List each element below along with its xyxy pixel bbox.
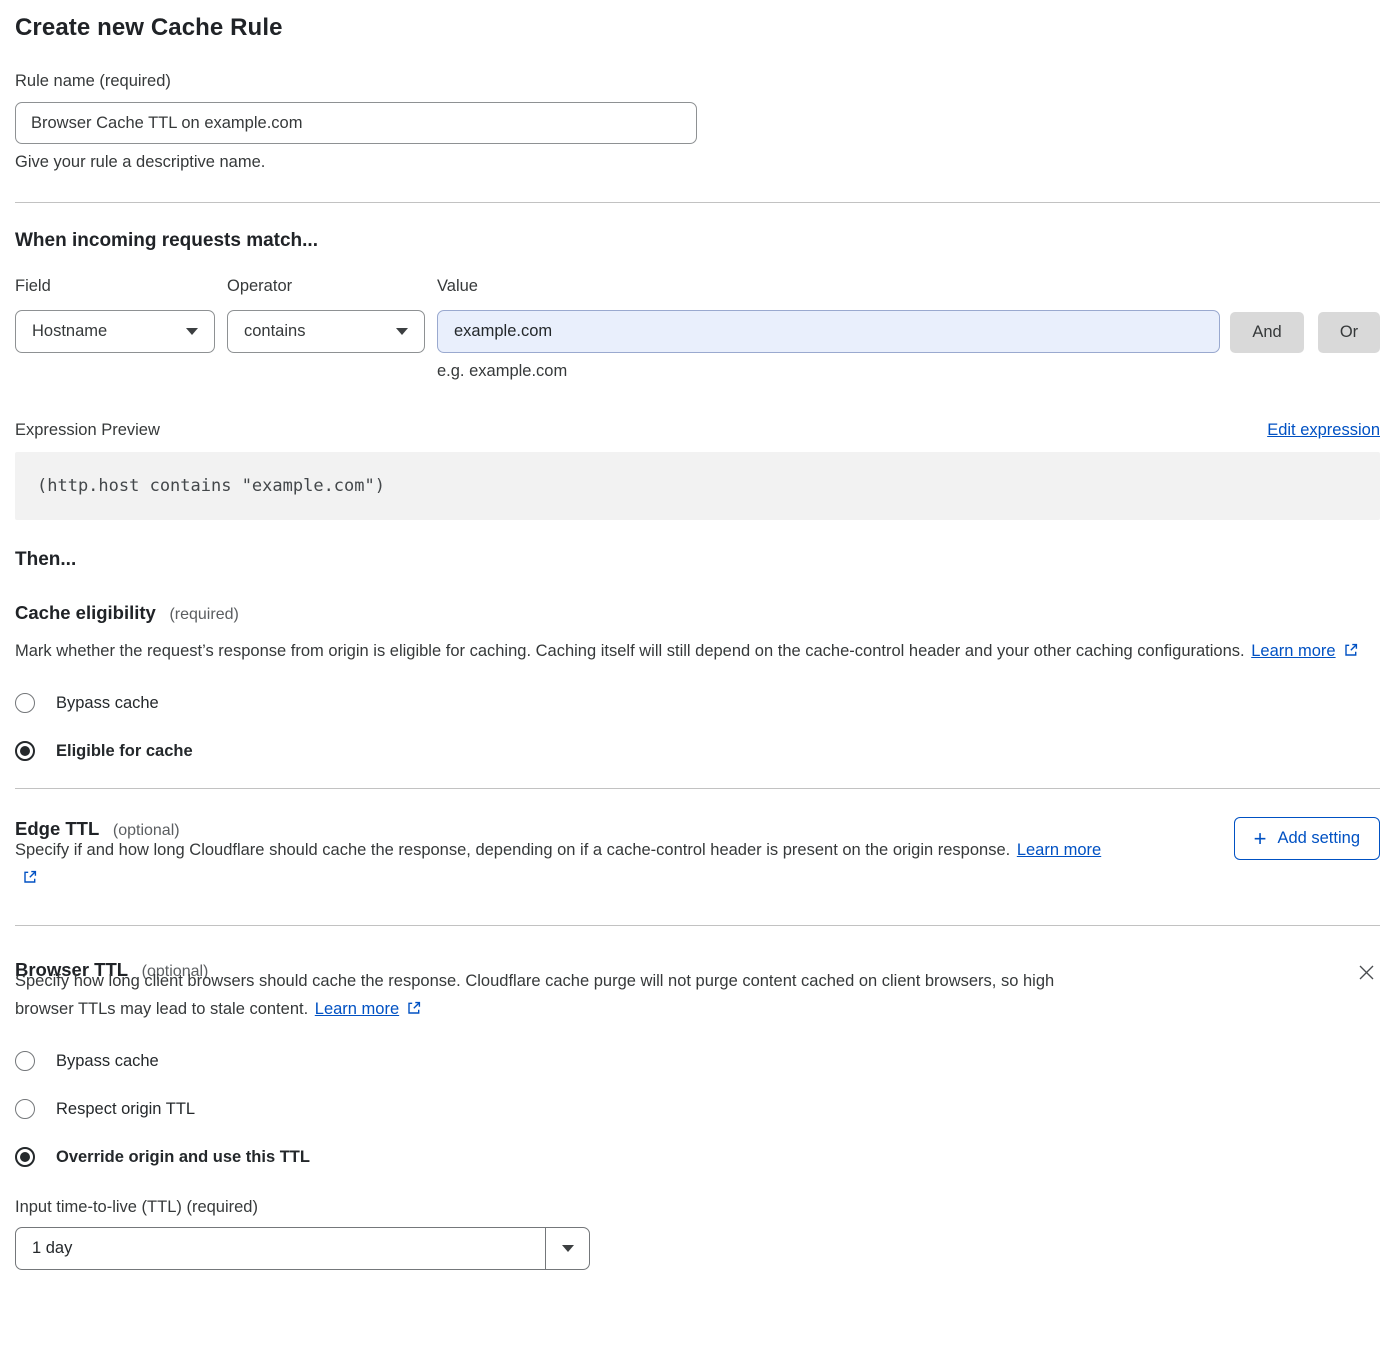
chevron-down-icon <box>545 1228 589 1269</box>
external-link-icon <box>1343 642 1359 658</box>
field-column: Field Hostname <box>15 277 215 353</box>
cache-eligibility-learn-more-link[interactable]: Learn more <box>1251 642 1335 660</box>
operator-label: Operator <box>227 277 425 296</box>
field-select-value: Hostname <box>32 322 107 341</box>
expression-preview-header: Expression Preview Edit expression <box>15 421 1380 440</box>
operator-select[interactable]: contains <box>227 310 425 353</box>
radio-respect-origin-ttl[interactable]: Respect origin TTL <box>15 1099 1380 1119</box>
chevron-down-icon <box>396 328 408 335</box>
rule-name-input[interactable] <box>15 102 697 144</box>
rule-name-label: Rule name (required) <box>15 72 1380 91</box>
cache-eligibility-description: Mark whether the request’s response from… <box>15 637 1365 665</box>
radio-eligible-for-cache[interactable]: Eligible for cache <box>15 741 1380 761</box>
plus-icon: + <box>1254 828 1267 850</box>
create-cache-rule-form: Create new Cache Rule Rule name (require… <box>0 0 1400 1310</box>
value-label: Value <box>437 277 1220 296</box>
radio-selected-icon <box>15 741 35 761</box>
section-divider <box>15 925 1380 926</box>
edge-ttl-description-text: Specify if and how long Cloudflare shoul… <box>15 841 1010 859</box>
browser-ttl-options: Bypass cache Respect origin TTL Override… <box>15 1051 1380 1167</box>
ttl-input-group: Input time-to-live (TTL) (required) 1 da… <box>15 1198 1380 1270</box>
browser-ttl-description-text: Specify how long client browsers should … <box>15 972 1054 1018</box>
expression-code: (http.host contains "example.com") <box>37 476 385 496</box>
expression-code-block: (http.host contains "example.com") <box>15 452 1380 520</box>
operator-select-value: contains <box>244 322 305 341</box>
edit-expression-link[interactable]: Edit expression <box>1267 421 1380 440</box>
external-link-icon <box>22 869 38 885</box>
field-label: Field <box>15 277 215 296</box>
chevron-down-icon <box>186 328 198 335</box>
radio-bypass-cache[interactable]: Bypass cache <box>15 1051 1380 1071</box>
radio-bypass-cache[interactable]: Bypass cache <box>15 693 1380 713</box>
radio-override-origin-ttl[interactable]: Override origin and use this TTL <box>15 1147 1380 1167</box>
edge-ttl-learn-more-link[interactable]: Learn more <box>1017 841 1101 859</box>
operator-column: Operator contains <box>227 277 425 353</box>
add-setting-label: Add setting <box>1277 829 1360 848</box>
rule-name-help: Give your rule a descriptive name. <box>15 153 1380 172</box>
field-select[interactable]: Hostname <box>15 310 215 353</box>
value-help: e.g. example.com <box>437 362 1220 381</box>
radio-selected-icon <box>15 1147 35 1167</box>
section-divider <box>15 202 1380 203</box>
rule-name-group: Rule name (required) Give your rule a de… <box>15 72 1380 172</box>
and-button[interactable]: And <box>1230 312 1304 353</box>
radio-label: Eligible for cache <box>56 742 193 761</box>
radio-unselected-icon <box>15 693 35 713</box>
value-column: Value e.g. example.com <box>437 277 1220 381</box>
ttl-select[interactable]: 1 day <box>15 1227 590 1270</box>
radio-label: Bypass cache <box>56 1052 159 1071</box>
cache-eligibility-description-text: Mark whether the request’s response from… <box>15 642 1245 660</box>
external-link-icon <box>406 1000 422 1016</box>
or-button[interactable]: Or <box>1318 312 1380 353</box>
then-heading: Then... <box>15 549 1380 571</box>
radio-label: Respect origin TTL <box>56 1100 195 1119</box>
close-icon[interactable] <box>1355 961 1378 987</box>
page-title: Create new Cache Rule <box>15 14 1380 42</box>
match-heading: When incoming requests match... <box>15 230 1380 252</box>
radio-label: Override origin and use this TTL <box>56 1148 310 1167</box>
cache-eligibility-options: Bypass cache Eligible for cache <box>15 693 1380 761</box>
browser-ttl-learn-more-link[interactable]: Learn more <box>315 1000 399 1018</box>
ttl-select-value: 1 day <box>16 1228 545 1269</box>
cache-eligibility-title-row: Cache eligibility (required) <box>15 602 1380 624</box>
match-builder-row: Field Hostname Operator contains Value e… <box>15 277 1380 381</box>
cache-eligibility-required-tag: (required) <box>169 606 238 623</box>
expression-preview-label: Expression Preview <box>15 421 160 440</box>
ttl-input-label: Input time-to-live (TTL) (required) <box>15 1198 1380 1217</box>
add-setting-button[interactable]: + Add setting <box>1234 817 1380 860</box>
cache-eligibility-title: Cache eligibility <box>15 602 156 623</box>
edge-ttl-description: Specify if and how long Cloudflare shoul… <box>15 836 1120 892</box>
radio-unselected-icon <box>15 1051 35 1071</box>
radio-unselected-icon <box>15 1099 35 1119</box>
section-divider <box>15 788 1380 789</box>
value-input[interactable] <box>437 310 1220 353</box>
radio-label: Bypass cache <box>56 694 159 713</box>
browser-ttl-description: Specify how long client browsers should … <box>15 967 1107 1023</box>
